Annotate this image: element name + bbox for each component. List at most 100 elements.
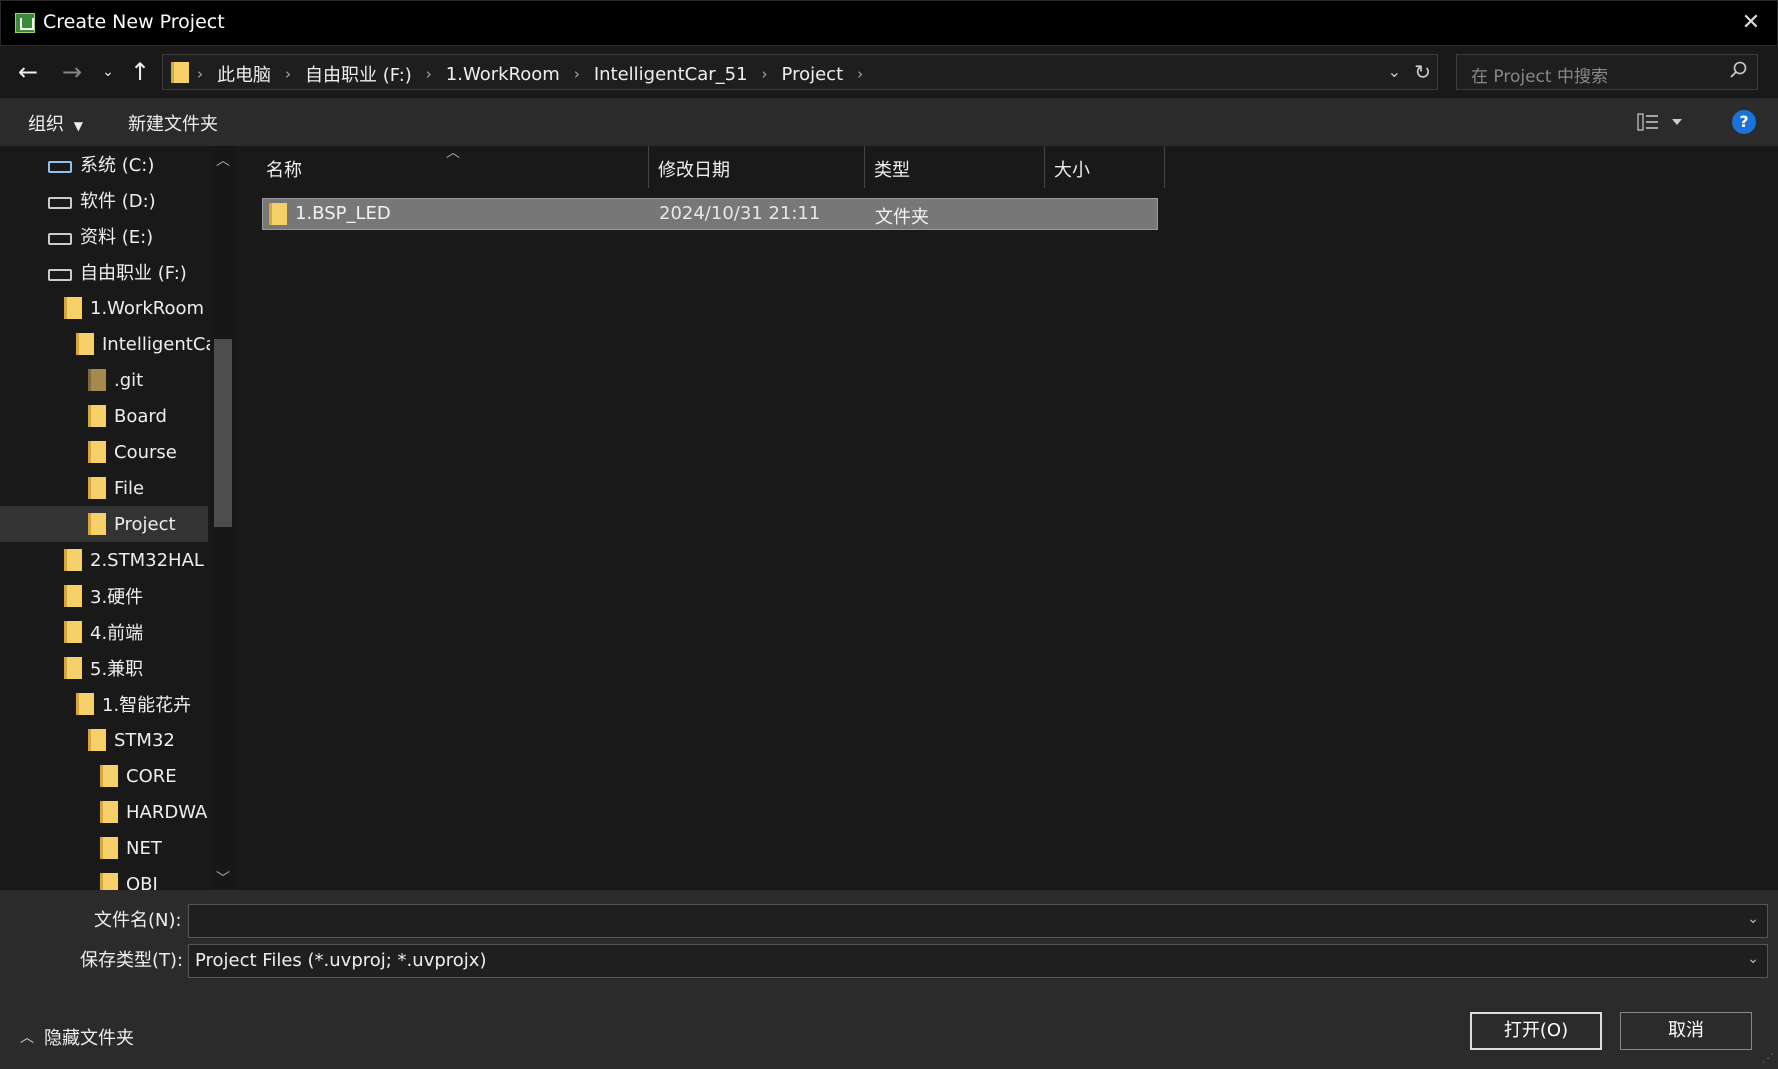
column-size[interactable]: 大小 (1054, 156, 1090, 182)
address-history-chevron-icon[interactable]: ⌄ (1388, 62, 1401, 81)
sidebar-item-label: 系统 (C:) (80, 155, 155, 176)
sidebar-item-intelligentcar[interactable]: IntelligentCa (76, 326, 216, 362)
breadcrumb-item[interactable]: 1.WorkRoom (446, 64, 560, 85)
sidebar-item-smart-flower[interactable]: 1.智能花卉 (76, 686, 191, 722)
sort-ascending-icon: ︿ (446, 145, 460, 161)
sidebar-item-hardwa[interactable]: HARDWA (100, 794, 207, 830)
folder-icon (64, 549, 82, 571)
hide-folders-label: 隐藏文件夹 (44, 1028, 134, 1049)
sidebar-item-drive-f[interactable]: 自由职业 (F:) (48, 254, 187, 290)
file-list: ︿ 名称 修改日期 类型 大小 1.BSP_LED 2024/10/31 21:… (236, 145, 1778, 890)
breadcrumb-item[interactable]: 自由职业 (F:) (305, 61, 412, 87)
help-icon[interactable]: ? (1732, 110, 1756, 134)
breadcrumb-item[interactable]: IntelligentCar_51 (594, 64, 748, 85)
column-name[interactable]: 名称 (266, 156, 302, 182)
folder-icon (269, 203, 287, 225)
filename-field[interactable]: ⌄ (188, 904, 1768, 938)
folder-icon (64, 621, 82, 643)
column-divider[interactable] (648, 146, 649, 188)
folder-icon (88, 405, 106, 427)
search-box[interactable]: 在 Project 中搜索 (1456, 54, 1758, 90)
sidebar-item-project[interactable]: Project (0, 506, 208, 542)
sidebar-item-stm32hal[interactable]: 2.STM32HAL (64, 542, 204, 578)
column-modified[interactable]: 修改日期 (658, 156, 730, 182)
address-box[interactable]: › 此电脑 › 自由职业 (F:) › 1.WorkRoom › Intelli… (162, 54, 1438, 90)
chevron-up-icon: ︿ (20, 1030, 34, 1046)
column-divider[interactable] (1044, 146, 1045, 188)
table-row[interactable]: 1.BSP_LED 2024/10/31 21:11 文件夹 (262, 198, 1158, 230)
sidebar-item-course[interactable]: Course (88, 434, 177, 470)
column-divider[interactable] (1164, 146, 1165, 188)
folder-icon (100, 801, 118, 823)
chevron-right-icon[interactable]: › (574, 65, 580, 83)
sidebar-item-label: 1.WorkRoom (90, 297, 205, 319)
scroll-down-icon[interactable]: ﹀ (216, 868, 230, 888)
column-type[interactable]: 类型 (874, 156, 910, 182)
drive-icon (48, 269, 72, 281)
new-folder-button[interactable]: 新建文件夹 (128, 110, 218, 136)
chevron-right-icon[interactable]: › (285, 65, 291, 83)
folder-icon (100, 837, 118, 859)
sidebar-item-obj[interactable]: OBJ (100, 866, 158, 890)
file-modified: 2024/10/31 21:11 (659, 203, 821, 224)
breadcrumb: › 此电脑 › 自由职业 (F:) › 1.WorkRoom › Intelli… (197, 61, 863, 87)
folder-icon (88, 513, 106, 535)
chevron-right-icon[interactable]: › (426, 65, 432, 83)
sidebar-scrollbar[interactable]: ︿ ﹀ (210, 146, 236, 890)
sidebar-item-frontend[interactable]: 4.前端 (64, 614, 143, 650)
scrollbar-thumb[interactable] (214, 339, 232, 527)
open-button[interactable]: 打开(O) (1470, 1012, 1602, 1050)
sidebar-item-core[interactable]: CORE (100, 758, 177, 794)
sidebar-item-label: 2.STM32HAL (90, 549, 204, 571)
address-bar: ← → ⌄ ↑ › 此电脑 › 自由职业 (F:) › 1.WorkRoom ›… (0, 46, 1778, 98)
chevron-right-icon[interactable]: › (197, 65, 203, 83)
sidebar-item-stm32[interactable]: STM32 (88, 722, 175, 758)
sidebar-item-drive-e[interactable]: 资料 (E:) (48, 218, 153, 254)
close-icon[interactable]: ✕ (1737, 9, 1765, 37)
savetype-select[interactable]: Project Files (*.uvproj; *.uvprojx) ⌄ (188, 944, 1768, 978)
chevron-right-icon[interactable]: › (762, 65, 768, 83)
sidebar-item-board[interactable]: Board (88, 398, 167, 434)
organize-menu[interactable]: 组织 ▼ (28, 110, 83, 136)
breadcrumb-item[interactable]: 此电脑 (217, 61, 271, 87)
back-icon[interactable]: ← (12, 56, 44, 88)
folder-icon (88, 729, 106, 751)
sidebar-item-label: HARDWA (126, 801, 208, 823)
sidebar-item-hardware[interactable]: 3.硬件 (64, 578, 143, 614)
sidebar-item-label: 5.兼职 (90, 659, 144, 680)
resize-grip-icon[interactable]: ⋰ (1762, 1051, 1774, 1065)
filename-label: 文件名(N): (94, 910, 182, 931)
sidebar-item-workroom[interactable]: 1.WorkRoom (64, 290, 204, 326)
savetype-label: 保存类型(T): (80, 950, 184, 971)
chevron-right-icon[interactable]: › (857, 65, 863, 83)
file-type: 文件夹 (875, 207, 929, 228)
column-header: ︿ 名称 修改日期 类型 大小 (236, 145, 1166, 188)
sidebar-item-drive-d[interactable]: 软件 (D:) (48, 182, 156, 218)
cancel-button[interactable]: 取消 (1620, 1012, 1752, 1050)
sidebar-item-label: 软件 (D:) (80, 191, 156, 212)
sidebar-item-drive-c[interactable]: 系统 (C:) (48, 146, 154, 182)
sidebar-item-git[interactable]: .git (88, 362, 143, 398)
chevron-down-icon[interactable]: ⌄ (1747, 911, 1759, 927)
sidebar-item-label: 资料 (E:) (80, 227, 154, 248)
column-divider[interactable] (864, 146, 865, 188)
search-icon[interactable] (1729, 61, 1747, 79)
dialog-footer: 文件名(N): ⌄ 保存类型(T): Project Files (*.uvpr… (0, 890, 1778, 1069)
scroll-up-icon[interactable]: ︿ (216, 150, 230, 170)
search-input[interactable]: 在 Project 中搜索 (1471, 62, 1608, 87)
drive-system-icon (48, 161, 72, 173)
view-options-icon[interactable] (1636, 112, 1684, 132)
folder-icon (76, 693, 94, 715)
forward-icon[interactable]: → (56, 56, 88, 88)
refresh-icon[interactable]: ↻ (1414, 60, 1431, 84)
hide-folders-toggle[interactable]: ︿ 隐藏文件夹 (20, 1024, 134, 1050)
folder-icon (171, 62, 189, 83)
up-icon[interactable]: ↑ (124, 56, 156, 88)
sidebar-item-parttime[interactable]: 5.兼职 (64, 650, 143, 686)
breadcrumb-item[interactable]: Project (782, 64, 844, 85)
recent-locations-chevron-icon[interactable]: ⌄ (96, 56, 120, 88)
chevron-down-icon[interactable]: ⌄ (1747, 951, 1759, 967)
drive-icon (48, 233, 72, 245)
sidebar-item-net[interactable]: NET (100, 830, 162, 866)
sidebar-item-file[interactable]: File (88, 470, 144, 506)
